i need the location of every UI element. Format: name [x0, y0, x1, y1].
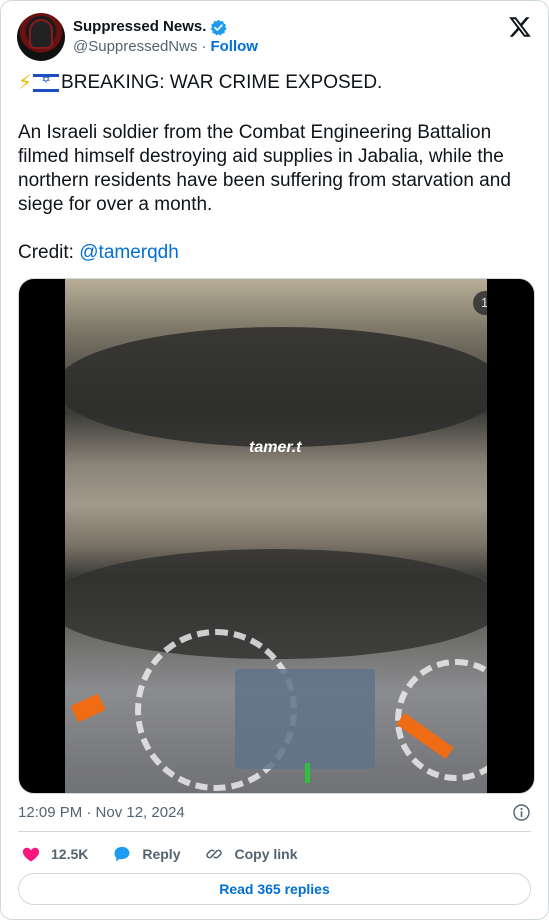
reply-label: Reply	[142, 846, 181, 862]
copy-link-button[interactable]: Copy link	[204, 844, 298, 864]
read-replies-button[interactable]: Read 365 replies	[18, 873, 531, 905]
lightning-bolt-icon: ⚡	[18, 72, 33, 94]
post-timestamp[interactable]: 12:09 PM · Nov 12, 2024	[18, 804, 185, 821]
verified-badge-icon	[211, 19, 227, 36]
divider	[18, 831, 531, 832]
x-logo-icon[interactable]	[508, 15, 532, 39]
video-frame[interactable]: tamer.t 12/15	[65, 279, 487, 793]
dashboard-display	[235, 669, 375, 769]
post-paragraph: An Israeli soldier from the Combat Engin…	[18, 122, 511, 215]
author-display-name[interactable]: Suppressed News.	[73, 17, 206, 37]
link-icon	[206, 849, 223, 859]
post-body: ⚡ BREAKING: WAR CRIME EXPOSED. An Israel…	[18, 71, 533, 265]
like-count: 12.5K	[51, 846, 89, 862]
embedded-post-card: Suppressed News. @SuppressedNws · Follow…	[0, 0, 549, 920]
reply-bubble-icon	[114, 846, 130, 862]
author-name-row: Suppressed News.	[73, 17, 258, 37]
separator-dot: ·	[201, 38, 207, 55]
media-counter-badge: 12/15	[473, 291, 487, 315]
headline-line: ⚡ BREAKING: WAR CRIME EXPOSED.	[18, 71, 533, 95]
author-handle-row: @SuppressedNws · Follow	[73, 37, 258, 57]
post-header: Suppressed News. @SuppressedNws · Follow	[17, 13, 532, 61]
timestamp-row: 12:09 PM · Nov 12, 2024	[18, 801, 531, 823]
reply-button[interactable]: Reply	[112, 844, 180, 864]
follow-button[interactable]: Follow	[210, 37, 258, 57]
video-media[interactable]: tamer.t 12/15	[18, 278, 535, 794]
author-handle[interactable]: @SuppressedNws	[73, 37, 197, 57]
author-info: Suppressed News. @SuppressedNws · Follow	[73, 17, 258, 57]
action-bar: 12.5K Reply Copy link	[21, 841, 322, 867]
like-button[interactable]: 12.5K	[21, 844, 88, 864]
heart-icon	[22, 847, 40, 862]
copy-link-label: Copy link	[234, 846, 298, 862]
credit-label: Credit:	[18, 242, 80, 263]
headline-text: BREAKING: WAR CRIME EXPOSED.	[61, 72, 383, 93]
israel-flag-icon	[33, 74, 60, 92]
video-watermark: tamer.t	[249, 439, 302, 456]
avatar[interactable]	[17, 13, 65, 61]
credit-handle-link[interactable]: @tamerqdh	[79, 242, 179, 263]
info-icon[interactable]	[512, 803, 531, 822]
credit-line: Credit: @tamerqdh	[18, 241, 533, 265]
